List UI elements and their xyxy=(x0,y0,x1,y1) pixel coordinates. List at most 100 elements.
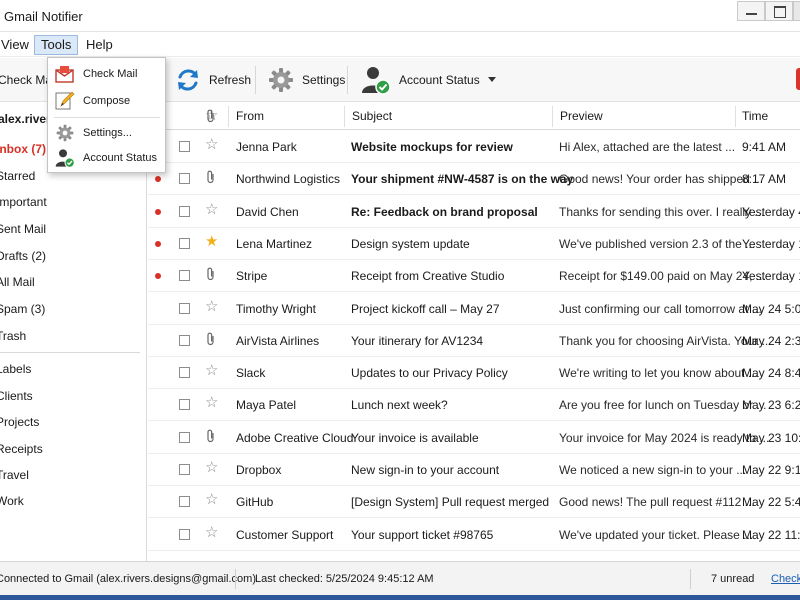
sidebar-item-projects[interactable]: Projects xyxy=(0,415,39,429)
row-checkbox[interactable] xyxy=(179,237,190,249)
menu-view[interactable]: View xyxy=(0,35,35,55)
menu-item-settings[interactable]: Settings... xyxy=(48,121,165,145)
row-from: Timothy Wright xyxy=(236,301,317,316)
row-time: May 22 5:47 xyxy=(742,495,800,510)
row-subject: Updates to our Privacy Policy xyxy=(351,366,508,381)
table-row[interactable]: ☆ Dropbox New sign-in to your account We no… xyxy=(148,454,800,486)
row-checkbox[interactable] xyxy=(179,399,190,411)
sidebar-item-trash[interactable]: Trash xyxy=(0,329,26,343)
column-time[interactable]: Time xyxy=(742,109,768,123)
star-icon[interactable]: ☆ xyxy=(205,460,218,476)
toolbar-separator xyxy=(347,66,348,94)
status-bar: Connected to Gmail (alex.rivers.designs@… xyxy=(0,561,800,595)
row-subject: Your invoice is available xyxy=(351,430,479,445)
row-time: May 23 6:21 xyxy=(742,398,800,413)
settings-label: Settings xyxy=(302,73,346,87)
menu-item-compose[interactable]: Compose xyxy=(48,89,165,113)
row-from: AirVista Airlines xyxy=(236,333,320,348)
account-status-button[interactable]: Account Status xyxy=(361,64,496,96)
table-row[interactable]: ☆ Maya Patel Lunch next week? Are you free … xyxy=(148,389,800,422)
sidebar-item-starred[interactable]: Starred xyxy=(0,169,35,183)
table-row[interactable]: Adobe Creative Cloud Your invoice is avai… xyxy=(148,422,800,454)
red-action-button[interactable] xyxy=(796,68,800,90)
refresh-button[interactable]: Refresh xyxy=(175,64,251,96)
check-link[interactable]: Check xyxy=(771,573,800,585)
sidebar-item-travel[interactable]: Travel xyxy=(0,468,29,482)
sidebar-item-work[interactable]: Work xyxy=(0,494,24,508)
row-checkbox[interactable] xyxy=(179,141,190,152)
table-row[interactable]: ☆ Jenna Park Website mockups for review Hi … xyxy=(148,131,800,163)
settings-button[interactable]: Settings xyxy=(268,64,345,96)
sidebar-item-clients[interactable]: Clients xyxy=(0,389,33,403)
star-icon[interactable]: ☆ xyxy=(205,492,218,508)
star-icon[interactable]: ☆ xyxy=(205,363,218,379)
sidebar-item-drafts[interactable]: Drafts (2) xyxy=(0,249,46,263)
table-header: ☆ From Subject Preview Time xyxy=(148,103,800,130)
menu-item-check-mail[interactable]: Check Mail xyxy=(48,62,165,86)
star-icon[interactable]: ☆ xyxy=(205,395,218,411)
menu-tools[interactable]: Tools xyxy=(34,35,79,55)
sidebar-item-sent[interactable]: Sent Mail xyxy=(0,222,46,236)
star-icon[interactable]: ☆ xyxy=(205,137,218,153)
row-time: May 24 8:44 xyxy=(742,366,800,381)
star-icon[interactable]: ☆ xyxy=(205,201,218,218)
row-checkbox[interactable] xyxy=(179,302,190,314)
row-time: May 22 11:1 xyxy=(742,527,800,542)
star-icon[interactable]: ☆ xyxy=(205,298,218,315)
table-row[interactable]: ★ Lena Martinez Design system update We've … xyxy=(148,228,800,260)
row-checkbox[interactable] xyxy=(179,367,190,379)
close-button[interactable] xyxy=(793,1,800,21)
title-bar: Gmail Notifier xyxy=(0,0,800,32)
row-from: David Chen xyxy=(236,204,299,219)
refresh-label: Refresh xyxy=(209,73,252,87)
unread-dot-icon xyxy=(155,208,161,215)
star-icon[interactable]: ★ xyxy=(205,233,218,250)
table-row[interactable]: ☆ Slack Updates to our Privacy Policy We're… xyxy=(148,357,800,390)
row-from: Jenna Park xyxy=(236,140,297,154)
user-check-icon xyxy=(361,65,391,95)
column-preview[interactable]: Preview xyxy=(560,109,603,123)
table-row[interactable]: ☆ Timothy Wright Project kickoff call – Ma… xyxy=(148,293,800,325)
sidebar-item-all-mail[interactable]: All Mail xyxy=(0,275,35,289)
table-row[interactable]: AirVista Airlines Your itinerary for AV12… xyxy=(148,325,800,357)
row-checkbox[interactable] xyxy=(179,528,190,540)
minimize-button[interactable] xyxy=(737,1,765,21)
row-time: May 24 2:35 xyxy=(742,333,800,348)
table-row[interactable]: ☆ Customer Support Your support ticket #98… xyxy=(148,519,800,551)
row-checkbox[interactable] xyxy=(179,173,190,185)
table-row[interactable]: Stripe Receipt from Creative Studio Receip… xyxy=(148,260,800,293)
row-checkbox[interactable] xyxy=(179,270,190,282)
refresh-icon xyxy=(175,67,201,93)
sidebar-item-important[interactable]: Important xyxy=(0,195,47,209)
paperclip-column-icon[interactable] xyxy=(206,109,216,123)
column-separator xyxy=(735,106,736,127)
paperclip-icon xyxy=(206,332,216,346)
row-checkbox[interactable] xyxy=(179,496,190,508)
row-checkbox[interactable] xyxy=(179,431,190,443)
table-row[interactable]: ☆ David Chen Re: Feedback on brand proposa… xyxy=(148,196,800,228)
sidebar-item-receipts[interactable]: Receipts xyxy=(0,442,43,456)
table-row[interactable]: Northwind Logistics Your shipment #NW-458… xyxy=(148,163,800,196)
menu-item-account-status[interactable]: Account Status xyxy=(48,146,165,170)
row-preview: Just confirming our call tomorrow at ... xyxy=(559,301,762,316)
status-separator xyxy=(235,569,236,589)
column-from[interactable]: From xyxy=(236,109,264,123)
sidebar-item-spam[interactable]: Spam (3) xyxy=(0,302,45,316)
star-icon[interactable]: ☆ xyxy=(205,524,218,541)
column-subject[interactable]: Subject xyxy=(352,109,392,123)
menu-bar: View Tools Help xyxy=(0,33,800,57)
row-checkbox[interactable] xyxy=(179,205,190,217)
table-row[interactable]: ☆ GitHub [Design System] Pull request merg… xyxy=(148,486,800,519)
row-subject: Project kickoff call – May 27 xyxy=(351,301,500,316)
row-time: 9:41 AM xyxy=(742,140,787,154)
maximize-button[interactable] xyxy=(765,1,793,21)
menu-help[interactable]: Help xyxy=(80,35,119,55)
status-separator xyxy=(690,569,691,589)
row-subject: Re: Feedback on brand proposal xyxy=(351,204,538,219)
row-checkbox[interactable] xyxy=(179,334,190,346)
row-checkbox[interactable] xyxy=(179,464,190,475)
sidebar-item-inbox[interactable]: Inbox (7) xyxy=(0,142,46,156)
row-preview: Your invoice for May 2024 is ready to ..… xyxy=(559,430,770,445)
gear-icon xyxy=(55,124,75,142)
row-from: Adobe Creative Cloud xyxy=(236,430,354,445)
